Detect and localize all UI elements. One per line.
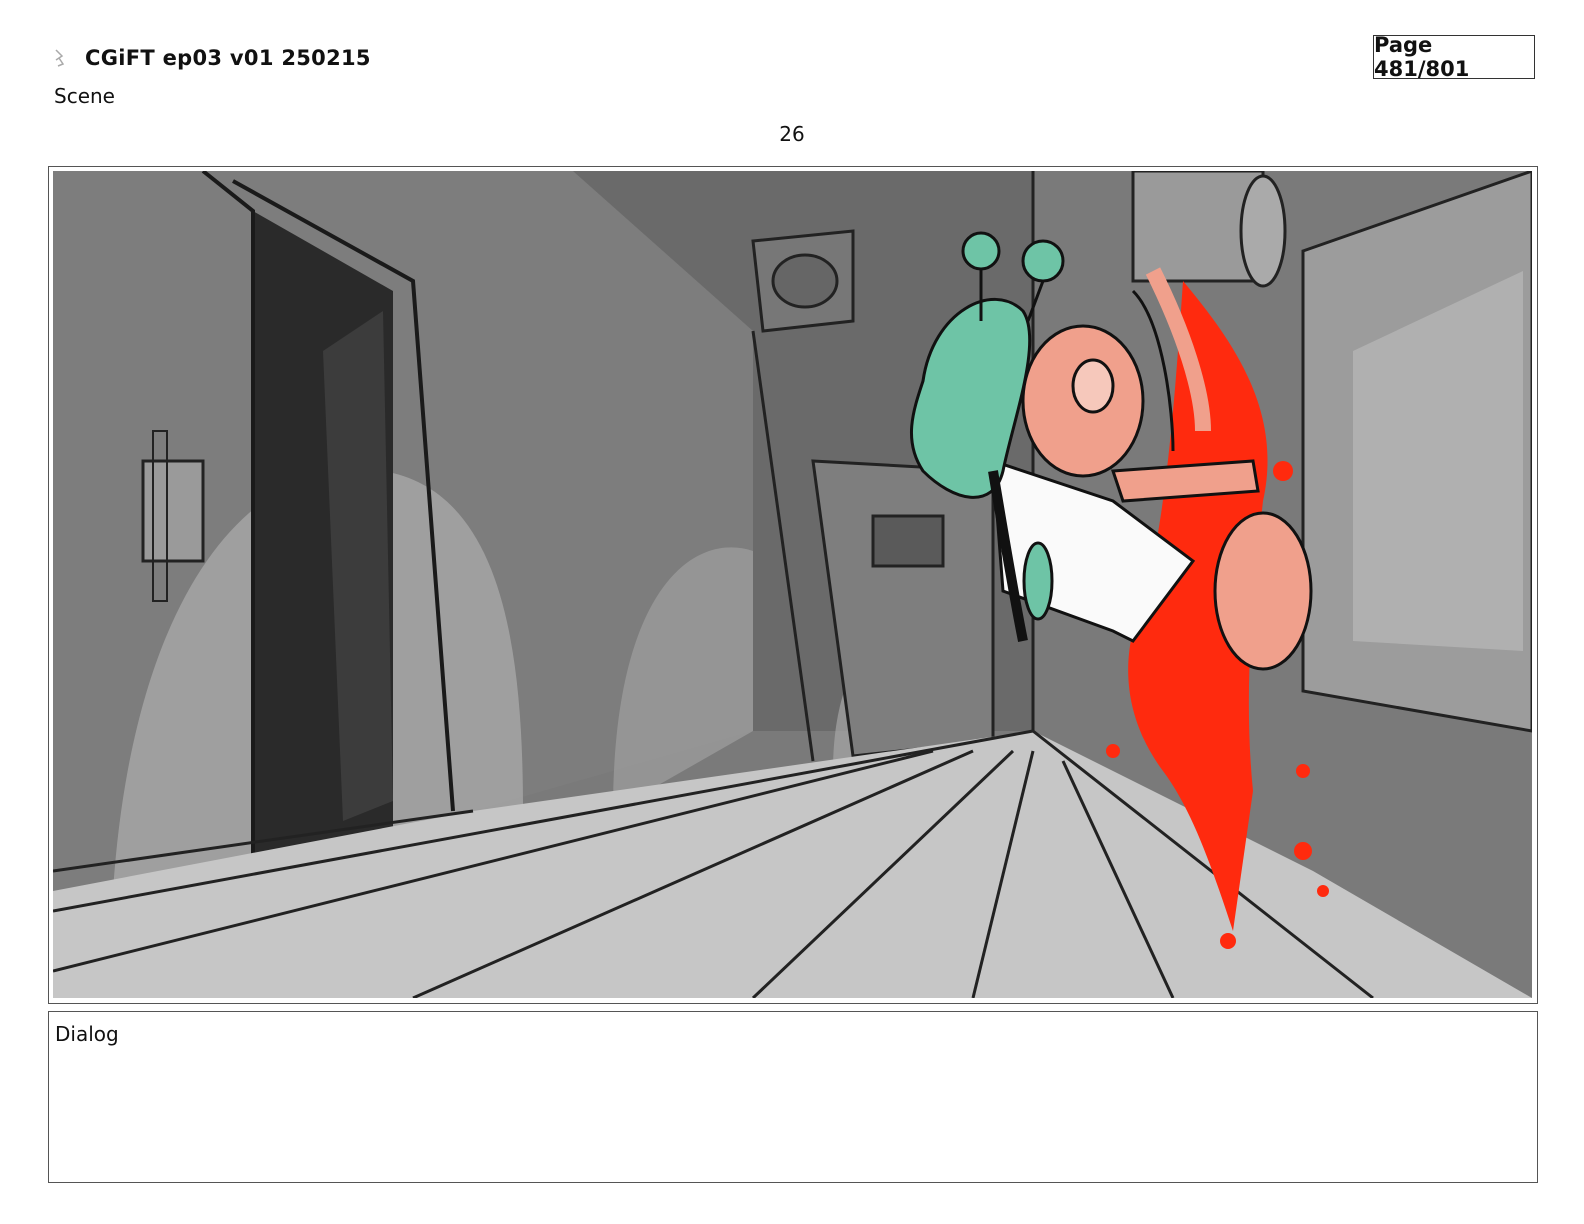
scene-number: 26 xyxy=(779,122,805,146)
scene-label: Scene xyxy=(54,84,115,108)
dialog-label: Dialog xyxy=(55,1022,119,1046)
document-title: CGiFT ep03 v01 250215 xyxy=(85,46,371,70)
storyboard-drawing xyxy=(53,171,1532,998)
page-indicator: Page 481/801 xyxy=(1373,33,1535,81)
dialog-box: Dialog xyxy=(48,1011,1538,1183)
hallway-scene-sketch xyxy=(53,171,1532,998)
document-icon xyxy=(55,49,65,67)
storyboard-panel xyxy=(48,166,1538,1004)
